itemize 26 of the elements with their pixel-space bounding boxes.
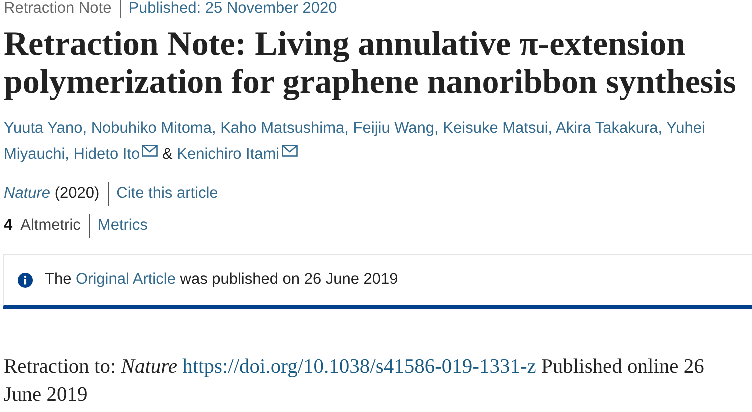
cite-link[interactable]: Cite this article bbox=[108, 182, 218, 206]
metrics-link[interactable]: Metrics bbox=[90, 214, 148, 238]
author-link[interactable]: Miyauchi, bbox=[4, 146, 70, 163]
published-date: Published: 25 November 2020 bbox=[128, 0, 338, 18]
retraction-text: Retraction to: Nature https://doi.org/10.1038/s41586-019-1331-z Published online 26 June 2019 bbox=[3, 355, 706, 408]
doi-link[interactable]: https://doi.org/10.1038/s41586-019-1331-z bbox=[182, 356, 536, 378]
author-link[interactable]: Kenichiro Itami bbox=[177, 146, 280, 163]
altmetric-label: Altmetric bbox=[20, 214, 90, 238]
author-link[interactable]: Feijiu Wang, bbox=[353, 120, 439, 137]
notice-text: The Original Article was published on 26 June 2019 bbox=[45, 270, 398, 290]
author-link[interactable]: Akira Takakura, bbox=[556, 120, 663, 137]
author-link[interactable]: Yuuta Yano, bbox=[4, 120, 88, 137]
article-title: Retraction Note: Living annulative π-extension polymerization for graphene nanoribbon synthesis bbox=[4, 26, 738, 102]
altmetric-count: 4 bbox=[4, 216, 14, 236]
conjunction-text: & bbox=[162, 146, 173, 163]
original-article-link[interactable]: Original Article bbox=[76, 271, 176, 288]
author-link[interactable]: Kaho Matsushima, bbox=[220, 120, 349, 137]
journal-citation: Nature (2020) bbox=[4, 182, 109, 206]
author-link[interactable]: Hideto Ito bbox=[74, 146, 140, 163]
author-link[interactable]: Yuhei bbox=[666, 120, 706, 137]
author-link[interactable]: Keisuke Matsui, bbox=[443, 120, 553, 137]
mail-icon[interactable] bbox=[282, 145, 298, 157]
info-icon bbox=[18, 272, 33, 288]
article-type: Retraction Note bbox=[4, 0, 121, 18]
mail-icon[interactable] bbox=[142, 145, 158, 157]
author-link[interactable]: Nobuhiko Mitoma, bbox=[91, 120, 216, 137]
